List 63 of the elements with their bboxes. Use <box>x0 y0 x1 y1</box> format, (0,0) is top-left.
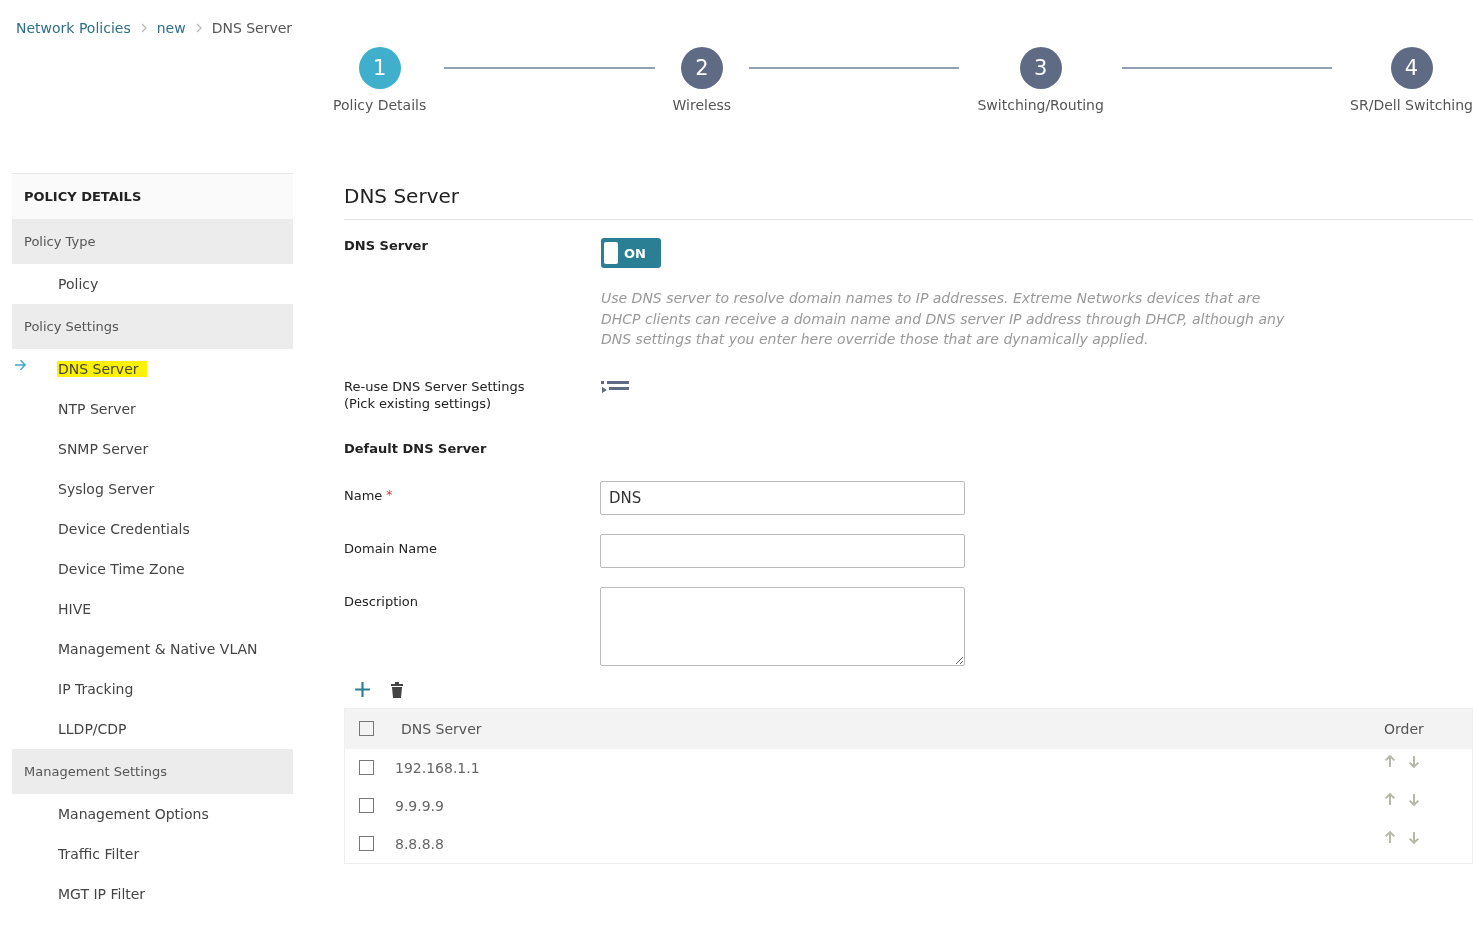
down-arrow-icon[interactable] <box>1408 830 1420 844</box>
checkbox[interactable] <box>359 760 374 775</box>
chevron-icon <box>140 23 147 33</box>
sidebar-item[interactable]: Management Options <box>57 806 209 822</box>
up-arrow-icon[interactable] <box>1384 792 1396 806</box>
checkbox[interactable] <box>359 836 374 851</box>
sidebar-item[interactable]: Traffic Filter <box>57 846 140 862</box>
sidebar-item[interactable]: Syslog Server <box>57 481 155 497</box>
sidebar-item[interactable]: LLDP/CDP <box>57 721 127 737</box>
field-label: Name <box>344 487 383 503</box>
sidebar-item[interactable]: SNMP Server <box>57 441 149 457</box>
description-text: Use DNS server to resolve domain names to IP addresses. Extreme Networks devices that are DHCP clients can receive a domain name and DNS server IP address through DHCP, although any DNS settings that you enter here override those that are dynamically applied. <box>601 289 1286 349</box>
up-arrow-icon[interactable] <box>1384 754 1396 768</box>
field-label: Description <box>344 593 419 609</box>
table-cell-text: 192.168.1.1 <box>395 759 481 776</box>
step-label: Wireless <box>672 97 732 113</box>
breadcrumb-link[interactable]: new <box>156 20 186 36</box>
sidebar-item[interactable]: MGT IP Filter <box>57 886 146 902</box>
field-hint: (Pick existing settings) <box>344 395 493 411</box>
up-arrow-icon[interactable] <box>1384 830 1396 844</box>
required-mark: * <box>386 487 393 503</box>
column-header: Order <box>1384 720 1425 737</box>
table-cell-text: 9.9.9.9 <box>395 797 445 814</box>
column-header: DNS Server <box>401 720 483 737</box>
text-field[interactable]: DNS <box>600 480 965 515</box>
step-circle[interactable]: 4 <box>1390 47 1433 89</box>
text-field[interactable] <box>600 533 965 568</box>
step-circle[interactable]: 2 <box>680 47 723 89</box>
sidebar-item[interactable]: DNS Server <box>57 361 147 377</box>
section-title: DNS Server <box>344 173 1473 220</box>
step-label: Policy Details <box>333 97 427 113</box>
sidebar-item[interactable]: NTP Server <box>57 401 136 417</box>
sidebar-item[interactable]: IP Tracking <box>57 681 134 697</box>
breadcrumb-current: DNS Server <box>211 20 293 36</box>
sidebar-item[interactable]: Policy <box>57 276 99 292</box>
plus-icon[interactable] <box>354 681 371 698</box>
sidebar-header: POLICY DETAILS <box>12 174 293 219</box>
step-label: Switching/Routing <box>977 97 1104 113</box>
sidebar-group[interactable]: Policy Type <box>12 219 293 264</box>
subsection-title: Default DNS Server <box>344 440 488 458</box>
sidebar-item[interactable]: HIVE <box>57 601 92 617</box>
down-arrow-icon[interactable] <box>1408 792 1420 806</box>
chevron-icon <box>195 23 202 33</box>
trash-icon[interactable] <box>391 681 403 698</box>
sidebar-item[interactable]: Device Credentials <box>57 521 190 537</box>
checkbox[interactable] <box>359 721 374 736</box>
field-label: Domain Name <box>344 540 437 556</box>
sidebar-group[interactable]: Policy Settings <box>12 304 293 349</box>
sidebar-item[interactable]: Management & Native VLAN <box>57 641 258 657</box>
textarea-field[interactable] <box>600 586 965 666</box>
table-cell-text: 8.8.8.8 <box>395 835 445 852</box>
toggle-switch[interactable]: ON <box>601 238 661 268</box>
field-label: DNS Server <box>344 238 429 255</box>
breadcrumb-link[interactable]: Network Policies <box>16 20 131 36</box>
list-picker-icon[interactable] <box>601 378 629 395</box>
field-label: Re-use DNS Server Settings <box>344 378 526 394</box>
checkbox[interactable] <box>359 798 374 813</box>
step-label: SR/Dell Switching <box>1350 97 1473 113</box>
down-arrow-icon[interactable] <box>1408 754 1420 768</box>
sidebar-item[interactable]: Device Time Zone <box>57 561 185 577</box>
arrow-icon <box>14 359 27 371</box>
sidebar-group[interactable]: Management Settings <box>12 749 293 794</box>
step-circle[interactable]: 3 <box>1019 47 1062 89</box>
